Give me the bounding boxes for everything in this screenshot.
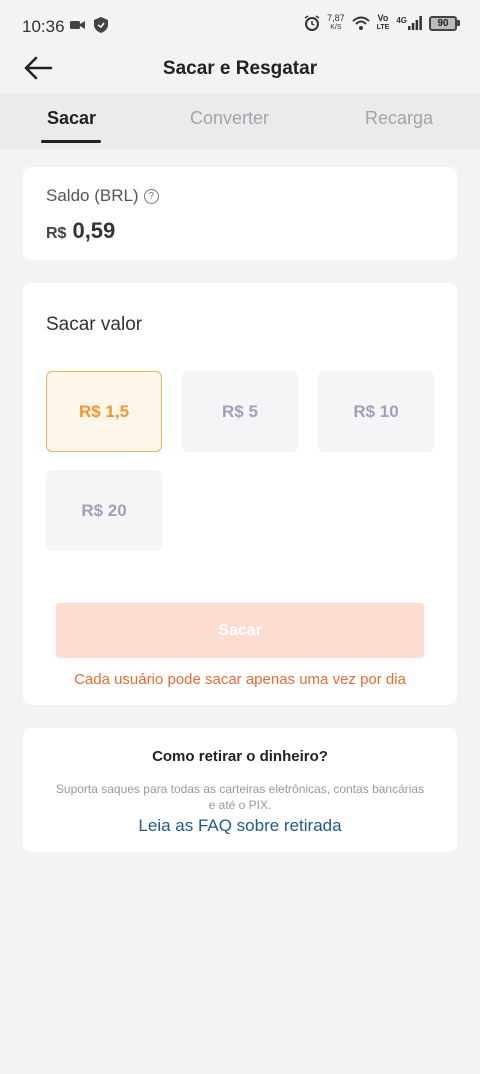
volte-bottom: LTE [376, 24, 390, 31]
amount-option-1-5[interactable]: R$ 1,5 [46, 371, 162, 452]
amount-option-20[interactable]: R$ 20 [46, 470, 162, 551]
balance-card: Saldo (BRL) ? R$ 0,59 [23, 167, 457, 260]
balance-amount: 0,59 [72, 218, 116, 243]
volte-top: Vo [377, 13, 389, 23]
balance-value: R$ 0,59 [46, 218, 115, 244]
tab-recarga[interactable]: Recarga [365, 108, 433, 129]
faq-card: Como retirar o dinheiro? Suporta saques … [23, 728, 457, 852]
balance-label-row: Saldo (BRL) ? [46, 186, 159, 206]
shield-icon [94, 17, 108, 33]
video-camera-icon [70, 21, 85, 29]
faq-link[interactable]: Leia as FAQ sobre retirada [23, 816, 457, 836]
battery-icon: 90 [429, 15, 460, 31]
app-header: Sacar e Resgatar [0, 44, 480, 94]
volte-indicator: Vo LTE [377, 14, 390, 32]
network-speed-value: 7,87 [327, 13, 345, 23]
help-icon[interactable]: ? [143, 188, 159, 204]
cell-signal: 4G [396, 16, 422, 30]
page-title: Sacar e Resgatar [162, 58, 318, 79]
status-system-icons: 7,87 K/S Vo LTE 4G 90 [304, 14, 460, 32]
wifi-icon [351, 16, 370, 30]
withdraw-card: Sacar valor R$ 1,5 R$ 5 R$ 10 R$ 20 Saca… [23, 283, 457, 705]
faq-description: Suporta saques para todas as carteiras e… [55, 782, 425, 812]
withdraw-section-title: Sacar valor [46, 314, 143, 335]
tab-sacar[interactable]: Sacar [47, 108, 96, 129]
status-notification-icons [70, 17, 108, 33]
network-speed-unit: K/S [330, 24, 342, 31]
network-type: 4G [396, 16, 407, 25]
active-tab-indicator [41, 140, 101, 143]
balance-currency: R$ [46, 225, 67, 242]
amount-option-5[interactable]: R$ 5 [182, 371, 298, 452]
amount-option-10[interactable]: R$ 10 [318, 371, 434, 452]
status-time: 10:36 [22, 17, 65, 36]
balance-label: Saldo (BRL) [46, 186, 139, 205]
battery-tip [457, 20, 460, 26]
network-speed: 7,87 K/S [327, 14, 345, 32]
tab-bar: Sacar Converter Recarga [0, 94, 480, 150]
withdraw-submit-button[interactable]: Sacar [56, 603, 424, 658]
alarm-icon [304, 15, 320, 31]
battery-level: 90 [429, 15, 457, 31]
daily-limit-note: Cada usuário pode sacar apenas uma vez p… [74, 671, 406, 688]
tab-converter[interactable]: Converter [190, 108, 269, 129]
signal-bars-icon [408, 16, 422, 30]
faq-title: Como retirar o dinheiro? [152, 748, 328, 765]
